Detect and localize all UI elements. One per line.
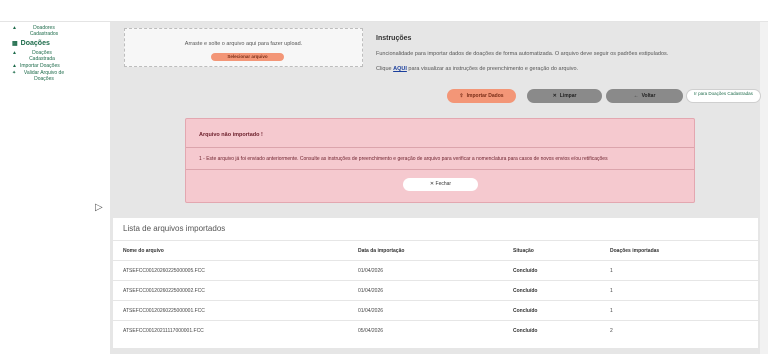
status-cell: Concluído: [513, 328, 538, 334]
table-row[interactable]: ATSEFCC00120260225000001.FCC 01/04/2026 …: [113, 300, 758, 320]
close-icon: ✕: [552, 93, 557, 99]
sidebar-item-label: Doações Cadastrada: [29, 50, 55, 62]
table-row[interactable]: ATSEFCC00120211117000001.FCC 05/04/2026 …: [113, 320, 758, 340]
table-title: Lista de arquivos importados: [123, 224, 226, 233]
table-header-row: Nome do arquivo Data da importação Situa…: [113, 240, 758, 260]
column-header: Doações importadas: [610, 248, 660, 254]
instructions-title: Instruções: [376, 35, 412, 42]
alert-divider: [186, 169, 694, 170]
status-cell: Concluído: [513, 308, 538, 314]
sidebar-item-label: Importar Doações: [20, 63, 60, 69]
home-icon: ▲: [12, 63, 17, 69]
mouse-cursor-icon: ▷: [95, 202, 103, 213]
sidebar-item-validar-arquivo[interactable]: ✦ Validar Arquivo de Doações: [12, 70, 68, 83]
import-date-cell: 01/04/2026: [358, 308, 384, 314]
error-alert: Arquivo não importado ! 1 - Este arquivo…: [185, 118, 695, 203]
donations-count-cell: 1: [610, 288, 613, 294]
donations-count-cell: 1: [610, 268, 613, 274]
close-alert-button[interactable]: ✕ Fechar: [403, 178, 478, 191]
arrow-left-icon: ←: [633, 93, 639, 99]
home-icon: ▲: [12, 25, 17, 31]
file-name-cell: ATSEFCC00120260225000005.FCC: [123, 268, 205, 274]
top-bar: [0, 0, 768, 22]
alert-divider: [186, 147, 694, 148]
select-file-button[interactable]: Selecionar arquivo: [211, 53, 284, 61]
table-row[interactable]: ATSEFCC00120260225000002.FCC 01/04/2026 …: [113, 280, 758, 300]
sidebar-item-importar-doacoes[interactable]: ▲ Importar Doações: [12, 63, 60, 70]
sidebar-item-label: Validar Arquivo de Doações: [23, 70, 65, 82]
instructions-link-pre: Clique: [376, 66, 392, 72]
column-header: Data da importação: [358, 248, 405, 254]
column-header: Nome do arquivo: [123, 248, 164, 254]
go-to-donations-button[interactable]: Ir para Doações Cadastradas: [686, 89, 761, 103]
alert-title: Arquivo não importado !: [199, 132, 263, 138]
instructions-link-line: Clique AQUI para visualizar as instruçõe…: [376, 66, 578, 72]
status-cell: Concluído: [513, 288, 538, 294]
pin-icon: ✦: [12, 70, 17, 76]
sidebar: ▲ Doadores Cadastrados ▦ Doações ▲ Doaçõ…: [0, 22, 110, 354]
import-date-cell: 01/04/2026: [358, 288, 384, 294]
close-icon: ✕: [429, 181, 435, 187]
import-data-button[interactable]: ⇧ Importar Dados: [447, 89, 516, 103]
back-button[interactable]: ← Voltar: [606, 89, 683, 103]
donations-count-cell: 1: [610, 308, 613, 314]
column-header: Situação: [513, 248, 534, 254]
file-name-cell: ATSEFCC00120260225000002.FCC: [123, 288, 205, 294]
scrollbar[interactable]: [760, 22, 768, 354]
sidebar-item-doadores-cadastrados[interactable]: ▲ Doadores Cadastrados: [12, 25, 68, 38]
instructions-text: Funcionalidade para importar dados de do…: [376, 51, 669, 57]
clear-button[interactable]: ✕ Limpar: [527, 89, 602, 103]
import-date-cell: 01/04/2026: [358, 268, 384, 274]
instructions-link-post: para visualizar as instruções de preench…: [408, 66, 579, 72]
home-icon: ▲: [12, 50, 17, 56]
file-name-cell: ATSEFCC00120211117000001.FCC: [123, 328, 204, 334]
upload-drop-text: Arraste e solte o arquivo aqui para faze…: [184, 41, 303, 47]
imported-files-panel: Lista de arquivos importados Nome do arq…: [113, 218, 758, 348]
upload-dropzone[interactable]: Arraste e solte o arquivo aqui para faze…: [124, 28, 363, 67]
sidebar-section-label: Doações: [20, 40, 50, 47]
sidebar-item-label: Doadores Cadastrados: [29, 25, 59, 37]
status-cell: Concluído: [513, 268, 538, 274]
upload-icon: ⇧: [459, 93, 464, 99]
donations-count-cell: 2: [610, 328, 613, 334]
sidebar-item-doacoes-cadastrada[interactable]: ▲ Doações Cadastrada: [12, 50, 64, 63]
import-date-cell: 05/04/2026: [358, 328, 384, 334]
file-name-cell: ATSEFCC00120260225000001.FCC: [123, 308, 205, 314]
table-row[interactable]: ATSEFCC00120260225000005.FCC 01/04/2026 …: [113, 260, 758, 280]
alert-message: 1 - Este arquivo já foi enviado anterior…: [199, 156, 608, 162]
sidebar-section-doacoes[interactable]: ▦ Doações: [12, 40, 50, 47]
instructions-link[interactable]: AQUI: [393, 66, 407, 72]
grid-icon: ▦: [12, 41, 18, 47]
